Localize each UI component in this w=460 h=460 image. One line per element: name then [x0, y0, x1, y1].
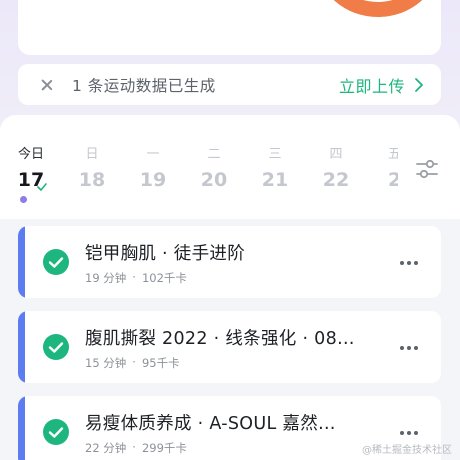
check-circle-icon	[43, 249, 69, 275]
workout-title: 腹肌撕裂 2022 · 线条强化 · 08…	[85, 329, 355, 349]
workout-meta: 19 分钟 · 102千卡	[85, 270, 187, 286]
day-23[interactable]: 五 23	[374, 146, 398, 192]
day-label: 四	[329, 147, 343, 162]
summary-card[interactable]	[18, 0, 441, 55]
workout-card[interactable]: 铠甲胸肌 · 徒手进阶 19 分钟 · 102千卡	[18, 226, 441, 298]
check-circle-icon	[43, 334, 69, 360]
day-label: 一	[146, 147, 160, 162]
upload-now-button[interactable]: 立即上传	[339, 73, 441, 97]
workout-calories: 95千卡	[141, 356, 180, 370]
day-number: 19	[139, 169, 167, 191]
day-number: 23	[388, 169, 398, 191]
day-20[interactable]: 二 20	[194, 146, 234, 192]
upload-banner: 1 条运动数据已生成 立即上传	[18, 64, 441, 105]
workout-duration: 15 分钟	[85, 356, 127, 370]
day-today[interactable]: 今日 17	[11, 146, 51, 203]
day-number: 18	[78, 169, 106, 191]
day-18[interactable]: 日 18	[72, 146, 112, 192]
day-label: 三	[268, 147, 282, 162]
card-accent-bar	[18, 396, 25, 460]
day-number: 20	[200, 169, 228, 191]
more-icon[interactable]	[399, 260, 419, 266]
workout-calories: 102千卡	[141, 271, 187, 285]
day-number: 21	[261, 169, 289, 191]
workout-calories: 299千卡	[141, 441, 187, 455]
chevron-right-icon	[415, 77, 423, 92]
meta-separator: ·	[132, 355, 136, 369]
workout-meta: 15 分钟 · 95千卡	[85, 355, 180, 371]
day-label: 二	[207, 147, 221, 162]
meta-separator: ·	[132, 270, 136, 284]
workout-title: 铠甲胸肌 · 徒手进阶	[85, 244, 245, 264]
upload-now-label: 立即上传	[338, 76, 405, 96]
activity-dot	[20, 196, 27, 203]
more-icon[interactable]	[399, 345, 419, 351]
close-icon[interactable]	[40, 78, 54, 92]
workout-card[interactable]: 腹肌撕裂 2022 · 线条强化 · 08… 15 分钟 · 95千卡	[18, 311, 441, 383]
day-21[interactable]: 三 21	[255, 146, 295, 192]
watermark: @稀土掘金技术社区	[362, 445, 452, 456]
check-circle-icon	[43, 419, 69, 445]
card-accent-bar	[18, 226, 25, 298]
workout-duration: 22 分钟	[85, 441, 127, 455]
progress-ring	[318, 0, 438, 17]
day-number: 22	[322, 169, 350, 191]
day-22[interactable]: 四 22	[316, 146, 356, 192]
workout-title: 易瘦体质养成 · A-SOUL 嘉然…	[85, 414, 336, 434]
check-icon	[37, 183, 47, 191]
day-label: 日	[85, 147, 99, 162]
more-icon[interactable]	[399, 430, 419, 436]
meta-separator: ·	[132, 440, 136, 454]
workout-duration: 19 分钟	[85, 271, 127, 285]
workout-meta: 22 分钟 · 299千卡	[85, 440, 187, 456]
card-accent-bar	[18, 311, 25, 383]
day-19[interactable]: 一 19	[133, 146, 173, 192]
day-label: 五	[388, 147, 398, 162]
filter-icon[interactable]	[415, 157, 439, 181]
day-label: 今日	[17, 147, 44, 162]
week-strip: 今日 17 日 18 一 19 二 20 三 21 四 22 五 2	[0, 115, 460, 219]
upload-message: 1 条运动数据已生成	[72, 76, 216, 95]
